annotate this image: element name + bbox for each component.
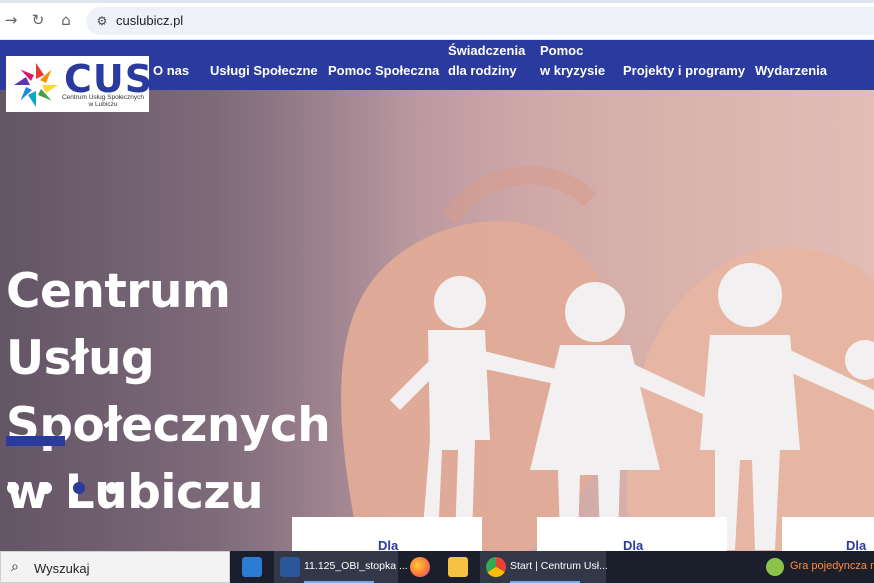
logo-wheel-icon bbox=[14, 63, 58, 107]
info-cards: Dla Dla Dla o bbox=[0, 517, 874, 551]
card-label: Dla bbox=[623, 538, 644, 551]
taskbar-firefox[interactable] bbox=[404, 551, 436, 583]
web-page: Centrum Usług Społecznych w Lubiczu Dla … bbox=[0, 40, 874, 551]
taskbar-chrome-label: Start | Centrum Usł... bbox=[510, 560, 608, 572]
browser-toolbar: → ↻ ⌂ ⚙ cuslubicz.pl bbox=[0, 0, 874, 40]
nav-item-swiadczenia[interactable]: Świadczenia dla rodziny bbox=[448, 41, 525, 81]
reload-icon[interactable]: ↻ bbox=[28, 10, 48, 30]
card-1[interactable]: Dla bbox=[292, 517, 482, 551]
paper-family-icon bbox=[390, 263, 874, 550]
nav-item-wydarzenia[interactable]: Wydarzenia bbox=[755, 61, 827, 81]
hero-accent-line bbox=[6, 436, 65, 446]
taskbar-explorer[interactable] bbox=[442, 551, 474, 583]
logo-subtitle-line: w Lubiczu bbox=[88, 101, 118, 108]
home-icon[interactable]: ⌂ bbox=[56, 10, 76, 30]
nav-item-pomoc-w-kryzysie[interactable]: Pomoc w kryzysie bbox=[540, 41, 605, 81]
nav-item-pomoc-spoleczna[interactable]: Pomoc Społeczna bbox=[328, 61, 439, 81]
site-settings-icon[interactable]: ⚙ bbox=[94, 13, 110, 29]
tab-strip bbox=[0, 0, 874, 3]
slider-dot[interactable] bbox=[106, 482, 118, 494]
chrome-icon bbox=[486, 557, 506, 577]
search-placeholder: Wyszukaj bbox=[34, 561, 90, 576]
card-3[interactable]: Dla o bbox=[782, 517, 874, 551]
nav-item-label: Świadczenia bbox=[448, 43, 526, 58]
taskbar-word-label: 11.125_OBI_stopka ... bbox=[304, 560, 408, 572]
nav-item-label: dla rodziny bbox=[448, 63, 517, 78]
firefox-icon bbox=[410, 557, 430, 577]
nav-item-projekty[interactable]: Projekty i programy bbox=[623, 61, 745, 81]
file-explorer-icon bbox=[448, 557, 468, 577]
mail-icon bbox=[242, 557, 262, 577]
slider-dot[interactable] bbox=[7, 482, 19, 494]
search-icon: ⌕ bbox=[11, 559, 19, 575]
hero-title-line: Społecznych bbox=[6, 398, 331, 453]
word-icon bbox=[280, 557, 300, 577]
hero-banner: Centrum Usług Społecznych w Lubiczu bbox=[0, 90, 874, 551]
nav-item-label: w kryzysie bbox=[540, 63, 606, 78]
logo-subtitle: Centrum Usług Społecznych w Lubiczu bbox=[58, 94, 148, 108]
card-label: Dla o bbox=[846, 538, 867, 551]
back-icon[interactable]: → bbox=[1, 10, 21, 30]
taskbar-search[interactable]: ⌕ Wyszukaj bbox=[0, 551, 230, 583]
hero-title-line: Centrum Usług bbox=[6, 264, 231, 386]
address-bar[interactable]: ⚙ cuslubicz.pl bbox=[86, 7, 874, 35]
nav-item-label: Pomoc bbox=[540, 43, 584, 58]
windows-taskbar: ⌕ Wyszukaj 11.125_OBI_stopka ... Start |… bbox=[0, 551, 874, 583]
slider-dot-active[interactable] bbox=[73, 482, 85, 494]
taskbar-chrome[interactable]: Start | Centrum Usł... bbox=[480, 551, 608, 583]
taskbar-word[interactable]: 11.125_OBI_stopka ... bbox=[274, 551, 408, 583]
card-2[interactable]: Dla bbox=[537, 517, 727, 551]
slider-dots bbox=[7, 482, 118, 496]
card-label: Dla bbox=[378, 538, 399, 551]
nav-item-o-nas[interactable]: O nas bbox=[153, 61, 189, 81]
logo-subtitle-line: Centrum Usług Społecznych bbox=[61, 94, 144, 101]
game-notification-text[interactable]: Gra pojedyncza n bbox=[790, 560, 874, 572]
url-text[interactable]: cuslubicz.pl bbox=[116, 13, 183, 28]
taskbar-mail[interactable] bbox=[236, 551, 268, 583]
nav-item-uslugi-spoleczne[interactable]: Usługi Społeczne bbox=[210, 61, 318, 81]
slider-dot[interactable] bbox=[40, 482, 52, 494]
site-logo[interactable]: CUS Centrum Usług Społecznych w Lubiczu bbox=[6, 56, 152, 112]
game-icon[interactable] bbox=[766, 558, 784, 576]
